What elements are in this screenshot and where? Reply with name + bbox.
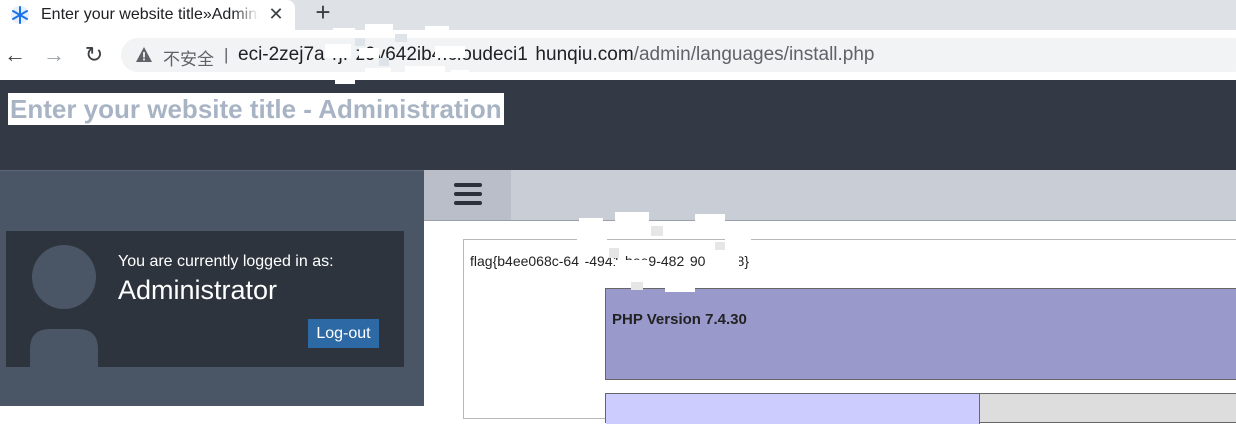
user-panel: You are currently logged in as: Administ… (6, 231, 404, 367)
main-content: flag{b4ee068c-64 -4941-bee9-482 905d198}… (424, 220, 1236, 424)
site-header: Enter your website title - Administratio… (0, 80, 1236, 170)
php-info-key-cell (606, 394, 980, 424)
browser-toolbar: ← → ↻ 不安全 | eci-2zej7a rj. z9v642ib4.clo… (0, 30, 1236, 80)
address-bar[interactable]: 不安全 | eci-2zej7a rj. z9v642ib4.cloudeci1… (121, 38, 1236, 72)
page-title[interactable]: Enter your website title - Administratio… (8, 93, 504, 125)
redaction-mosaic-url (325, 24, 469, 84)
reload-icon[interactable]: ↻ (81, 42, 107, 68)
redaction-mosaic-flag (577, 212, 751, 292)
browser-tabstrip: Enter your website title»Administration … (0, 0, 1236, 30)
user-silhouette-icon (30, 245, 98, 367)
arrow-right-icon[interactable]: → (41, 42, 67, 68)
logout-button[interactable]: Log-out (308, 319, 379, 348)
user-name: Administrator (118, 275, 278, 305)
main-topbar (424, 170, 1236, 220)
browser-tab-active[interactable]: Enter your website title»Administration … (0, 0, 295, 30)
logged-in-label: You are currently logged in as: (118, 253, 334, 270)
php-info-header: PHP Version 7.4.30 (605, 288, 1236, 380)
arrow-left-icon[interactable]: ← (2, 42, 28, 68)
security-label[interactable]: 不安全 (163, 45, 214, 70)
hamburger-menu-icon[interactable] (424, 170, 511, 220)
tab-title: Enter your website title»Administration (41, 6, 259, 26)
close-icon[interactable]: ✕ (264, 2, 288, 26)
sidebar: You are currently logged in as: Administ… (0, 170, 424, 406)
php-version: PHP Version 7.4.30 (612, 311, 747, 328)
php-info-row (605, 393, 1236, 424)
plus-icon[interactable]: + (309, 0, 337, 26)
warning-triangle-icon[interactable] (135, 46, 153, 64)
url-path: /admin/languages/install.php (633, 44, 875, 65)
address-separator: | (224, 45, 229, 64)
snowflake-favicon-icon (11, 6, 29, 24)
